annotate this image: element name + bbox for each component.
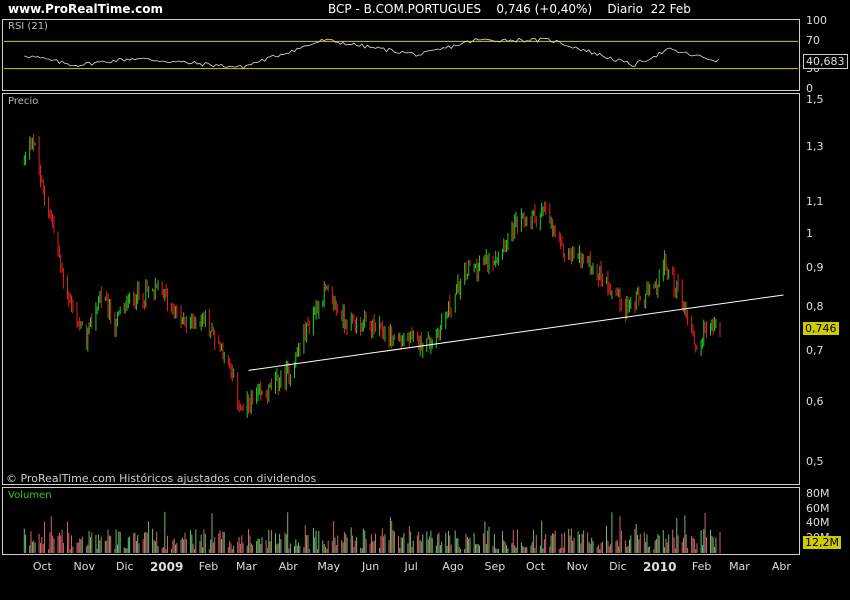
price-tick-label: 0,5 (806, 454, 824, 468)
x-tick-label: Jul (404, 560, 418, 573)
price-value-badge: 0,746 (803, 322, 839, 336)
support-trendline (248, 294, 784, 371)
x-tick-label: Sep (484, 560, 506, 573)
x-tick-label: Dic (115, 560, 134, 573)
x-tick-label: Nov (73, 560, 95, 573)
price-tick-label: 1,5 (806, 93, 824, 107)
x-tick-label: Mar (235, 560, 257, 573)
rsi-tick-label: 100 (806, 14, 827, 27)
x-tick-label: Oct (525, 560, 545, 573)
price-tick-label: 0,9 (806, 261, 824, 275)
rsi-line (24, 37, 719, 70)
x-tick-label: Mar (729, 560, 750, 573)
price-tick-label: 1 (806, 226, 813, 240)
x-tick-label: Ago (442, 560, 464, 573)
x-tick-label: Oct (32, 560, 52, 573)
x-tick-label: Feb (198, 560, 219, 573)
x-tick-label: 2010 (643, 560, 677, 574)
rsi-value-badge: 40,683 (803, 54, 848, 70)
x-tick-label: Abr (278, 560, 298, 573)
price-tick-label: 1,1 (806, 195, 824, 209)
volume-bars-group (23, 511, 721, 553)
volume-tick-label: 40M (806, 516, 830, 530)
volume-tick-label: 80M (806, 486, 830, 500)
x-tick-label: Jun (362, 560, 380, 573)
x-tick-label: Dic (609, 560, 627, 573)
x-tick-label: May (317, 560, 341, 573)
price-tick-label: 0,8 (806, 300, 824, 314)
candles-group (23, 134, 721, 418)
x-tick-label: 2009 (149, 560, 184, 574)
rsi-tick-label: 70 (806, 34, 820, 48)
price-tick-label: 0,6 (806, 394, 824, 408)
volume-value-badge: 12,2M (803, 535, 841, 549)
x-tick-label: Nov (566, 560, 589, 573)
price-tick-label: 0,7 (806, 343, 824, 357)
x-tick-label: Feb (691, 560, 712, 573)
volume-tick-label: 60M (806, 501, 830, 515)
price-tick-label: 1,3 (806, 140, 824, 154)
chart-canvas[interactable] (0, 0, 850, 600)
x-tick-label: Abr (771, 560, 791, 573)
